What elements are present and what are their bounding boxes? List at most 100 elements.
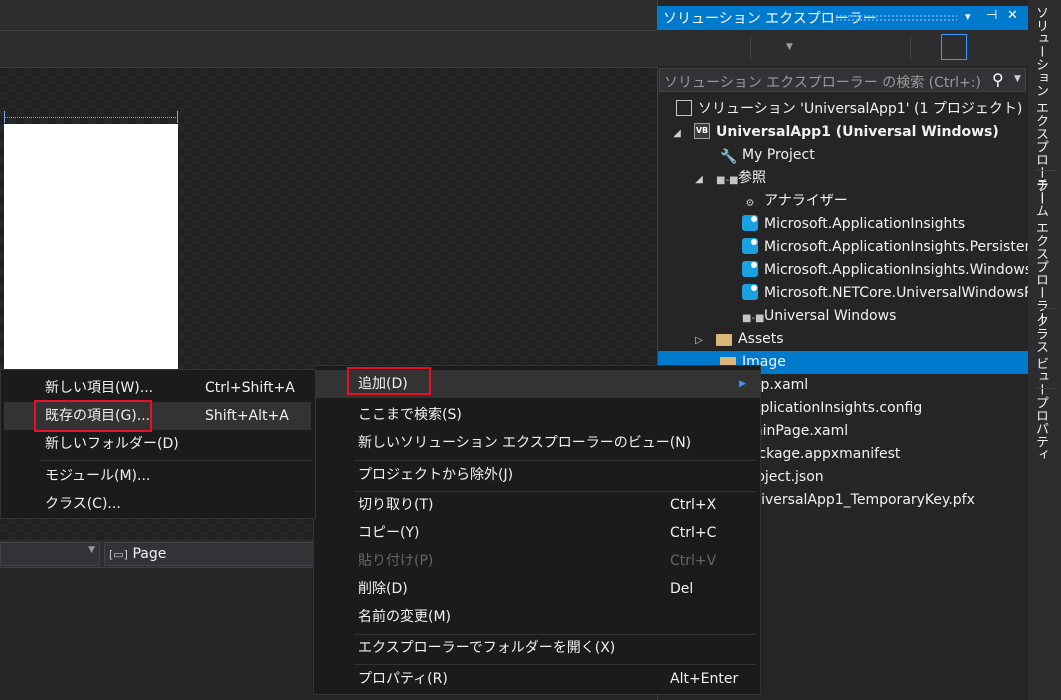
menu-item-label: 切り取り(T) xyxy=(358,497,434,513)
expanded-arrow-icon[interactable]: ◢ xyxy=(692,168,706,191)
solution-icon xyxy=(676,100,692,116)
menu-separator xyxy=(41,460,311,461)
highlight-box xyxy=(34,400,152,432)
package-icon xyxy=(742,284,758,300)
tree-item-label: Assets xyxy=(738,331,784,347)
pin-icon[interactable]: ⊣ xyxy=(986,8,997,23)
search-options-chevron-icon[interactable]: ▼ xyxy=(1014,74,1021,84)
search-placeholder: ソリューション エクスプローラー の検索 (Ctrl+:) xyxy=(664,75,981,91)
submenu-arrow-icon: ▶ xyxy=(739,379,746,389)
search-icon[interactable]: ⚲ xyxy=(992,70,1004,89)
xaml-element-icon: [▭] xyxy=(109,548,128,561)
tree-item-label: アナライザー xyxy=(764,193,848,209)
tree-item-label: ApplicationInsights.config xyxy=(742,400,923,416)
tree-item-my-project[interactable]: 🔧 My Project xyxy=(658,144,1028,167)
menu-item-class[interactable]: クラス(C)... xyxy=(1,490,315,518)
side-tab-class-view[interactable]: クラス ビュー xyxy=(1031,314,1050,396)
window-position-dropdown-icon[interactable]: ▾ xyxy=(965,10,971,23)
side-tab-solution-explorer[interactable]: ソリューション エクスプローラー xyxy=(1031,6,1050,205)
toolbar-separator xyxy=(910,36,911,60)
tree-item-label: Universal Windows xyxy=(764,308,897,324)
menu-item-shortcut: Del xyxy=(670,581,694,597)
title-strip xyxy=(0,0,657,30)
side-tab-properties[interactable]: プロパティ xyxy=(1031,396,1050,461)
tree-item-label: Microsoft.ApplicationInsights.WindowsApp… xyxy=(764,262,1028,278)
menu-item-label: クラス(C)... xyxy=(45,496,121,512)
folder-icon xyxy=(716,334,732,346)
menu-item-shortcut: Shift+Alt+A xyxy=(205,408,289,424)
analyzer-icon: ⚙ xyxy=(745,198,755,209)
menu-item-label: エクスプローラーでフォルダーを開く(X) xyxy=(358,640,616,656)
package-icon xyxy=(742,261,758,277)
selection-guide xyxy=(4,117,178,118)
menu-item-scope-to-this[interactable]: ここまで検索(S) xyxy=(314,401,760,429)
tree-item-package[interactable]: Microsoft.ApplicationInsights.WindowsApp… xyxy=(658,259,1028,282)
highlight-box xyxy=(347,367,431,395)
page-preview[interactable] xyxy=(4,124,178,374)
menu-item-label: コピー(Y) xyxy=(358,525,420,541)
menu-item-shortcut: Alt+Enter xyxy=(670,671,739,687)
tree-item-label: 参照 xyxy=(738,170,766,186)
tree-item-package[interactable]: Microsoft.NETCore.UniversalWindowsPlatfo… xyxy=(658,282,1028,305)
vb-project-icon: VB xyxy=(694,123,710,139)
page-combo[interactable]: [▭] Page xyxy=(104,542,334,566)
element-combo[interactable]: ▼ xyxy=(0,542,100,566)
expanded-arrow-icon[interactable]: ◢ xyxy=(670,122,684,145)
menu-item-label: 貼り付け(P) xyxy=(358,553,434,569)
side-tab-separator xyxy=(1036,388,1056,389)
tree-item-reference[interactable]: ■-■Universal Windows xyxy=(658,305,1028,328)
tree-item-package[interactable]: Microsoft.ApplicationInsights xyxy=(658,213,1028,236)
reference-icon: ■-■ xyxy=(742,313,765,324)
selection-tick-right xyxy=(177,111,178,123)
menu-item-shortcut: Ctrl+V xyxy=(670,553,717,569)
menu-item-rename[interactable]: 名前の変更(M) xyxy=(314,603,760,631)
menu-item-module[interactable]: モジュール(M)... xyxy=(1,462,315,490)
toolbar-toggle-button[interactable] xyxy=(941,34,967,60)
side-tab-team-explorer[interactable]: チーム エクスプローラー xyxy=(1031,178,1050,325)
tree-item-label: UniversalApp1_TemporaryKey.pfx xyxy=(742,492,975,508)
menu-item-label: 新しいフォルダー(D) xyxy=(45,436,179,452)
menu-item-open-in-explorer[interactable]: エクスプローラーでフォルダーを開く(X) xyxy=(314,634,760,662)
tree-item-solution[interactable]: ソリューション 'UniversalApp1' (1 プロジェクト) xyxy=(658,98,1028,121)
menu-item-new-explorer-view[interactable]: 新しいソリューション エクスプローラーのビュー(N) xyxy=(314,429,760,457)
menu-item-cut[interactable]: 切り取り(T) Ctrl+X xyxy=(314,491,760,519)
tree-item-label: Microsoft.ApplicationInsights xyxy=(764,216,966,232)
menu-item-label: 削除(D) xyxy=(358,581,408,597)
tree-item-label: UniversalApp1 (Universal Windows) xyxy=(716,124,999,140)
menu-item-copy[interactable]: コピー(Y) Ctrl+C xyxy=(314,519,760,547)
tree-item-assets[interactable]: ▷ Assets xyxy=(658,328,1028,351)
selection-tick-left xyxy=(4,111,5,123)
menu-item-shortcut: Ctrl+Shift+A xyxy=(205,380,295,396)
chevron-down-icon[interactable]: ▼ xyxy=(786,42,793,52)
menu-item-delete[interactable]: 削除(D) Del xyxy=(314,575,760,603)
menu-item-new-folder[interactable]: 新しいフォルダー(D) xyxy=(1,430,315,458)
wrench-icon: 🔧 xyxy=(720,149,738,165)
menu-item-shortcut: Ctrl+C xyxy=(670,525,717,541)
menu-item-shortcut: Ctrl+X xyxy=(670,497,717,513)
tree-item-label: Microsoft.NETCore.UniversalWindowsPlatfo… xyxy=(764,285,1028,301)
tree-item-references[interactable]: ◢ ■-■参照 xyxy=(658,167,1028,190)
menu-item-label: プロパティ(R) xyxy=(358,671,448,687)
close-icon[interactable]: ✕ xyxy=(1007,8,1018,23)
package-icon xyxy=(742,238,758,254)
tree-item-package[interactable]: Microsoft.ApplicationInsights.Persistenc… xyxy=(658,236,1028,259)
menu-item-new-item[interactable]: 新しい項目(W)... Ctrl+Shift+A xyxy=(1,374,315,402)
tree-item-project[interactable]: ◢ VB UniversalApp1 (Universal Windows) xyxy=(658,121,1028,144)
collapsed-arrow-icon[interactable]: ▷ xyxy=(692,329,706,352)
titlebar-grip xyxy=(835,14,957,22)
references-icon: ■-■ xyxy=(716,175,739,186)
tree-item-label: ソリューション 'UniversalApp1' (1 プロジェクト) xyxy=(698,101,1023,117)
menu-item-properties[interactable]: プロパティ(R) Alt+Enter xyxy=(314,665,760,693)
package-icon xyxy=(742,215,758,231)
menu-item-label: 新しい項目(W)... xyxy=(45,380,154,396)
menu-item-label: ここまで検索(S) xyxy=(358,407,462,423)
page-combo-label: Page xyxy=(132,546,167,562)
menu-item-label: 新しいソリューション エクスプローラーのビュー(N) xyxy=(358,435,692,451)
tree-item-analyzers[interactable]: ⚙ アナライザー xyxy=(658,190,1028,213)
menu-item-label: プロジェクトから除外(J) xyxy=(358,467,514,483)
toolbar-separator xyxy=(750,36,751,60)
tree-item-label: My Project xyxy=(742,147,815,163)
menu-item-label: モジュール(M)... xyxy=(45,468,151,484)
solution-explorer-toolbar xyxy=(657,30,1028,66)
menu-item-exclude-from-project[interactable]: プロジェクトから除外(J) xyxy=(314,461,760,489)
